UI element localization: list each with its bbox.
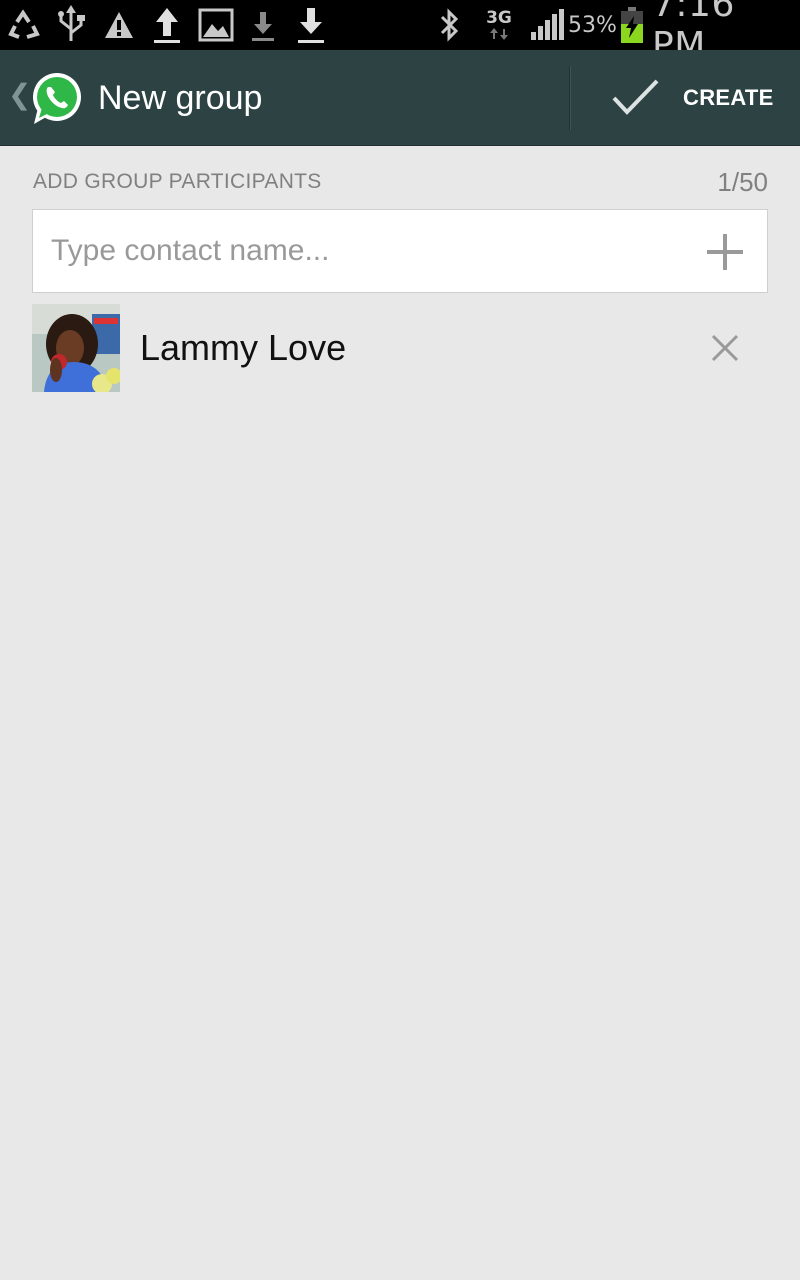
action-bar: ❮ New group CREATE bbox=[0, 50, 800, 146]
upload-icon bbox=[150, 0, 184, 50]
bluetooth-icon bbox=[436, 0, 464, 50]
up-button[interactable]: ❮ bbox=[0, 50, 90, 146]
warning-icon bbox=[102, 0, 136, 50]
contact-search-box bbox=[32, 209, 768, 293]
participant-name: Lammy Love bbox=[140, 327, 347, 368]
section-title: ADD GROUP PARTICIPANTS bbox=[33, 170, 322, 193]
create-label: CREATE bbox=[683, 85, 774, 110]
participant-row: Lammy Love bbox=[32, 304, 768, 392]
contact-name-input[interactable] bbox=[51, 210, 691, 292]
plus-icon[interactable] bbox=[705, 232, 745, 272]
participant-count: 1/50 bbox=[717, 167, 768, 197]
clock: 7:16 PM bbox=[652, 0, 735, 66]
status-bar: 3G 53% 7:16 PM bbox=[0, 0, 800, 66]
image-icon bbox=[196, 0, 236, 50]
avatar bbox=[32, 304, 120, 392]
battery-percent: 53% bbox=[568, 12, 617, 38]
3g-icon: 3G bbox=[480, 0, 518, 50]
network-type: 3G bbox=[486, 8, 512, 28]
usb-icon bbox=[54, 0, 88, 50]
create-button[interactable]: CREATE bbox=[571, 50, 800, 146]
battery-charging-icon bbox=[619, 0, 645, 50]
remove-participant-icon[interactable] bbox=[710, 333, 740, 363]
participants-header: ADD GROUP PARTICIPANTS 1/50 bbox=[33, 167, 768, 198]
download-icon bbox=[294, 0, 328, 50]
signal-icon bbox=[528, 0, 566, 50]
download-icon bbox=[248, 0, 278, 50]
check-icon bbox=[612, 79, 659, 115]
page-title: New group bbox=[98, 78, 263, 117]
recycle-icon bbox=[4, 0, 44, 50]
whatsapp-logo-icon bbox=[33, 73, 81, 124]
